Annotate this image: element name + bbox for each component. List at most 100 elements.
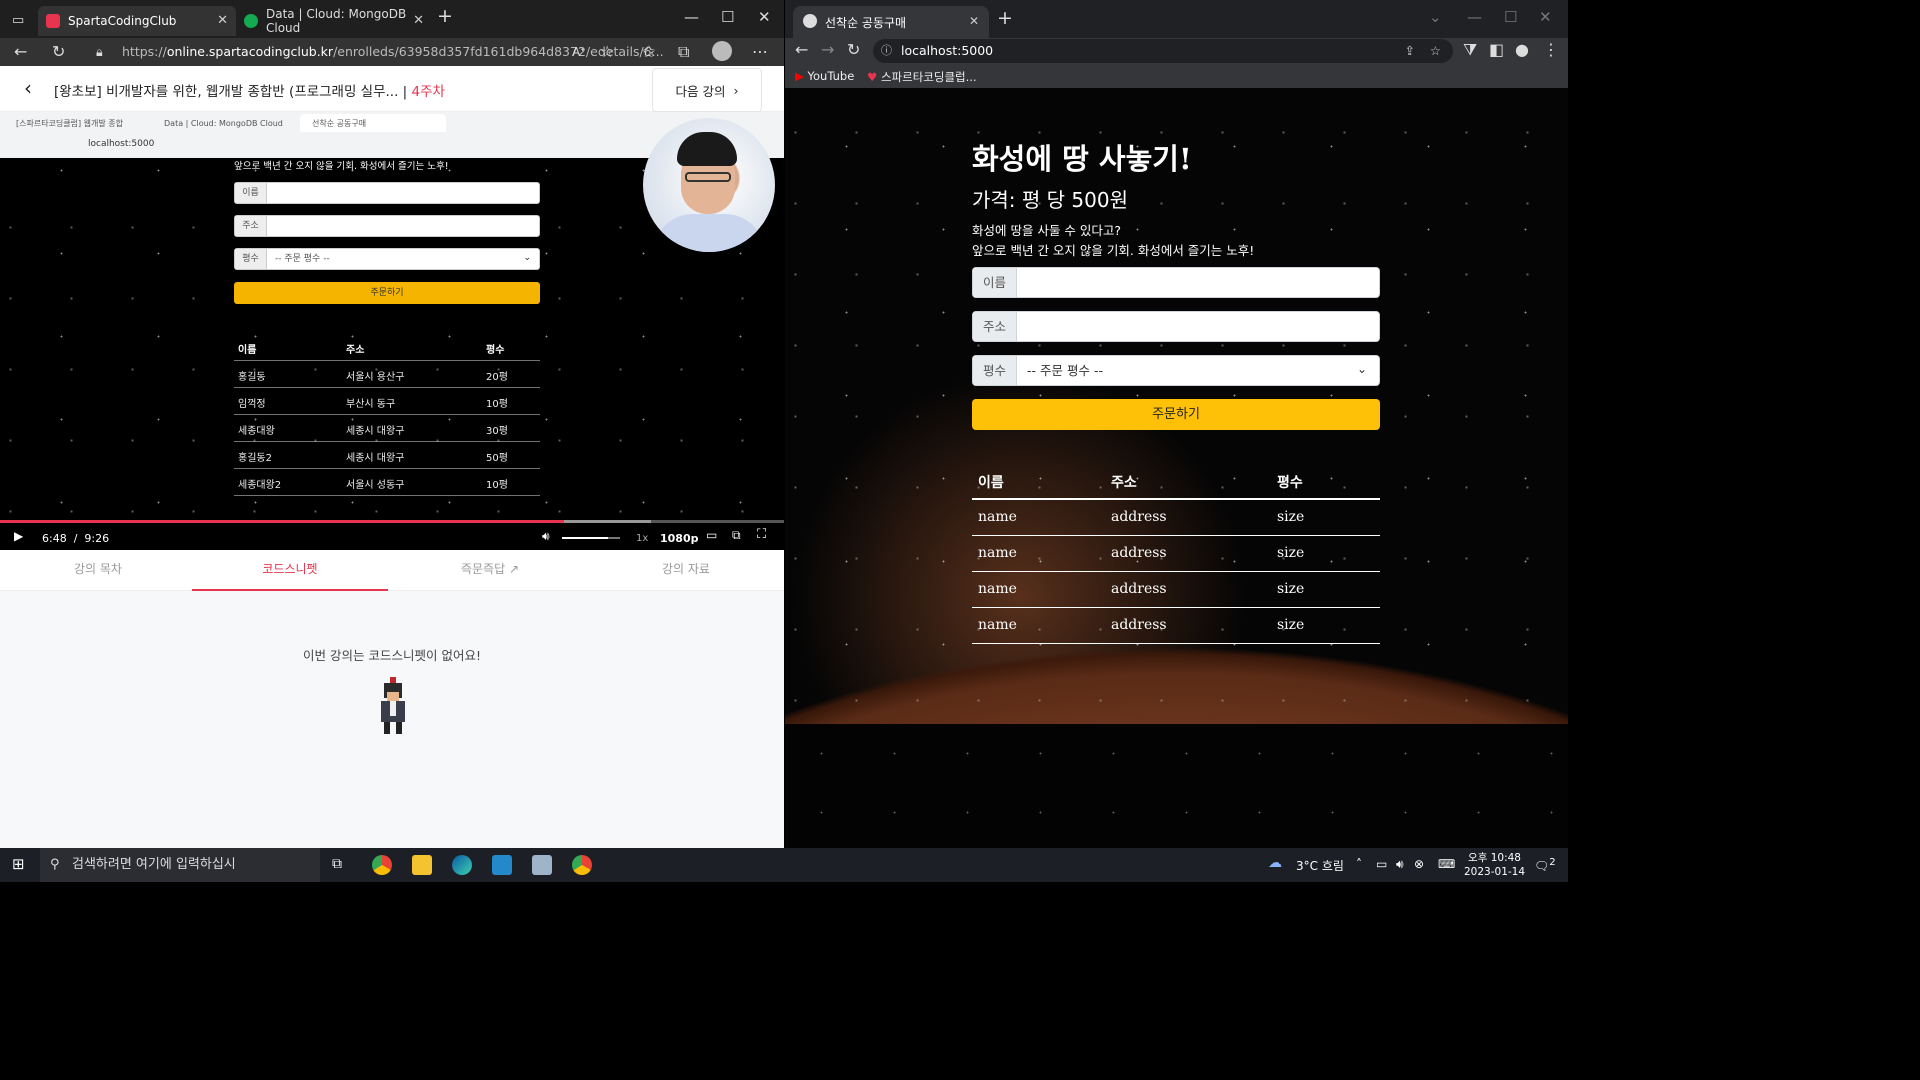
name-label: 이름: [973, 268, 1017, 297]
volume-slider[interactable]: [562, 537, 620, 539]
bookmark-youtube[interactable]: ▶ YouTube: [795, 69, 854, 83]
inner-table-row: 홍길동 서울시 용산구 20평: [234, 361, 540, 388]
address-field[interactable]: 주소: [972, 311, 1380, 342]
duration: 9:26: [84, 532, 110, 545]
more-menu-icon[interactable]: ⋮: [1543, 39, 1559, 61]
size-select[interactable]: 평수 -- 주문 평수 -- ⌄: [972, 355, 1380, 386]
weather-text[interactable]: 3°C 흐림: [1296, 857, 1344, 874]
close-tab-icon[interactable]: ✕: [413, 13, 424, 28]
profile-icon[interactable]: ●: [1515, 39, 1529, 61]
maximize-icon[interactable]: ☐: [1504, 8, 1517, 26]
address-label: 주소: [973, 312, 1017, 341]
inner-address-bar: localhost:5000: [70, 135, 630, 153]
cell: name: [978, 581, 1017, 597]
volume-fill: [562, 537, 609, 539]
week-badge: 4주차: [411, 84, 445, 100]
inner-table-row: 임꺽정 부산시 동구 10평: [234, 388, 540, 415]
close-window-icon[interactable]: ✕: [758, 8, 771, 26]
tab-materials[interactable]: 강의 자료: [588, 550, 784, 591]
extensions-icon[interactable]: ⧩: [1463, 39, 1477, 61]
play-icon[interactable]: ▶: [14, 529, 23, 543]
inner-address-field: 주소: [234, 215, 540, 237]
mute-icon[interactable]: ⊗: [1414, 857, 1424, 871]
share-icon[interactable]: ⇪: [1405, 39, 1415, 63]
collections-icon[interactable]: ⧉: [678, 41, 689, 63]
new-tab-icon[interactable]: +: [997, 7, 1013, 29]
chrome-address-bar[interactable]: ⓘ localhost:5000 ⇪ ☆: [873, 39, 1453, 63]
tab-qna[interactable]: 즉문즉답 ↗: [392, 550, 588, 591]
back-icon[interactable]: ←: [795, 39, 808, 61]
tab-search-icon[interactable]: ⌄: [1429, 8, 1442, 26]
ime-icon[interactable]: ⌨: [1438, 857, 1455, 871]
order-button[interactable]: 주문하기: [972, 399, 1380, 430]
add-favorite-icon[interactable]: ☆: [600, 41, 614, 63]
tab-code-snippet[interactable]: 코드스니펫: [192, 550, 388, 591]
info-icon: ⓘ: [881, 44, 892, 57]
notifications-icon[interactable]: 🗨︎2: [1534, 857, 1556, 873]
edge-window: ▭ SpartaCodingClub ✕ Data | Cloud: Mongo…: [0, 0, 784, 848]
close-window-icon[interactable]: ✕: [1539, 8, 1552, 26]
tab-actions-icon[interactable]: ▭: [12, 10, 24, 32]
notepad-icon[interactable]: [532, 855, 552, 875]
network-icon[interactable]: ▭: [1376, 857, 1387, 871]
description-line: 화성에 땅을 사둘 수 있다고?: [972, 223, 1122, 238]
tab-contents[interactable]: 강의 목차: [0, 550, 196, 591]
pip-icon[interactable]: ⧉: [732, 528, 741, 543]
edge-address-bar[interactable]: 🔒︎ https://online.spartacodingclub.kr/en…: [84, 40, 664, 64]
volume-tray-icon[interactable]: 🔊︎: [1396, 857, 1404, 872]
minimize-icon[interactable]: —: [684, 8, 699, 26]
close-tab-icon[interactable]: ✕: [969, 14, 979, 28]
lecture-tabs: 강의 목차 코드스니펫 즉문즉답 ↗ 강의 자료: [0, 550, 784, 591]
file-explorer-icon[interactable]: [412, 855, 432, 875]
profile-avatar[interactable]: [712, 41, 732, 61]
playback-speed[interactable]: 1x: [636, 533, 648, 544]
refresh-icon[interactable]: ↻: [847, 39, 860, 61]
edge-tab-mongodb[interactable]: Data | Cloud: MongoDB Cloud ✕: [236, 6, 432, 36]
url-prefix: https://: [122, 44, 167, 59]
maximize-icon[interactable]: ☐: [721, 8, 734, 26]
minimize-icon[interactable]: —: [1467, 8, 1482, 26]
globe-icon: [803, 14, 817, 28]
video-player[interactable]: [스파르타코딩클럽] 웹개발 종합 Data | Cloud: MongoDB …: [0, 112, 784, 550]
tray-chevron-icon[interactable]: ˄: [1356, 857, 1362, 871]
chrome-tab-active[interactable]: 선착순 공동구매 ✕: [793, 6, 989, 38]
inner-header-cell: 주소: [346, 345, 365, 356]
cell: address: [1111, 545, 1167, 561]
windows-start-icon[interactable]: ⊞: [12, 855, 25, 873]
task-view-icon[interactable]: ⧉: [332, 856, 342, 872]
more-menu-icon[interactable]: ⋯: [752, 41, 768, 63]
edge-taskbar-icon[interactable]: [452, 855, 472, 875]
favorites-icon[interactable]: ✩: [642, 41, 655, 63]
side-panel-icon[interactable]: ◧: [1489, 39, 1504, 61]
chrome-tab-strip: 선착순 공동구매 ✕ + ⌄ — ☐ ✕: [785, 0, 1568, 38]
edge-tab-sparta[interactable]: SpartaCodingClub ✕: [38, 6, 236, 36]
back-icon[interactable]: ←: [14, 41, 27, 63]
cell: name: [978, 545, 1017, 561]
read-aloud-icon[interactable]: Aᐩ: [572, 41, 585, 63]
back-arrow-icon[interactable]: ‹: [24, 76, 32, 100]
fullscreen-icon[interactable]: ⛶: [757, 527, 766, 542]
volume-icon[interactable]: 🔊︎: [542, 529, 550, 544]
page-title: 화성에 땅 사놓기!: [972, 142, 1192, 176]
bookmark-star-icon[interactable]: ☆: [1430, 39, 1441, 63]
forward-icon[interactable]: →: [821, 39, 834, 61]
chrome-toolbar: ← → ↻ ⓘ localhost:5000 ⇪ ☆ ⧩ ◧ ● ⋮: [785, 38, 1568, 64]
next-lecture-button[interactable]: 다음 강의 ›: [652, 68, 762, 112]
new-tab-icon[interactable]: +: [437, 5, 453, 27]
taskbar-search[interactable]: ⚲ 검색하려면 여기에 입력하십시: [40, 848, 320, 882]
close-tab-icon[interactable]: ✕: [217, 13, 228, 28]
name-field[interactable]: 이름: [972, 267, 1380, 298]
taskbar-clock[interactable]: 오후 10:48 2023-01-14: [1464, 851, 1525, 879]
current-time: 6:48: [42, 532, 67, 545]
quality-selector[interactable]: 1080p: [660, 532, 699, 545]
chrome-taskbar-icon-2[interactable]: [572, 855, 592, 875]
inner-cell: 서울시 성동구: [346, 480, 405, 491]
vscode-icon[interactable]: [492, 855, 512, 875]
chrome-taskbar-icon[interactable]: [372, 855, 392, 875]
bookmark-sparta[interactable]: ♥ 스파르타코딩클럽...: [867, 69, 977, 85]
cell: name: [978, 509, 1017, 525]
captions-icon[interactable]: ▭: [706, 528, 717, 542]
refresh-icon[interactable]: ↻: [52, 41, 65, 63]
edge-tab-label: Data | Cloud: MongoDB Cloud: [266, 7, 407, 35]
chrome-window: 선착순 공동구매 ✕ + ⌄ — ☐ ✕ ← → ↻ ⓘ localhost:5…: [785, 0, 1568, 848]
